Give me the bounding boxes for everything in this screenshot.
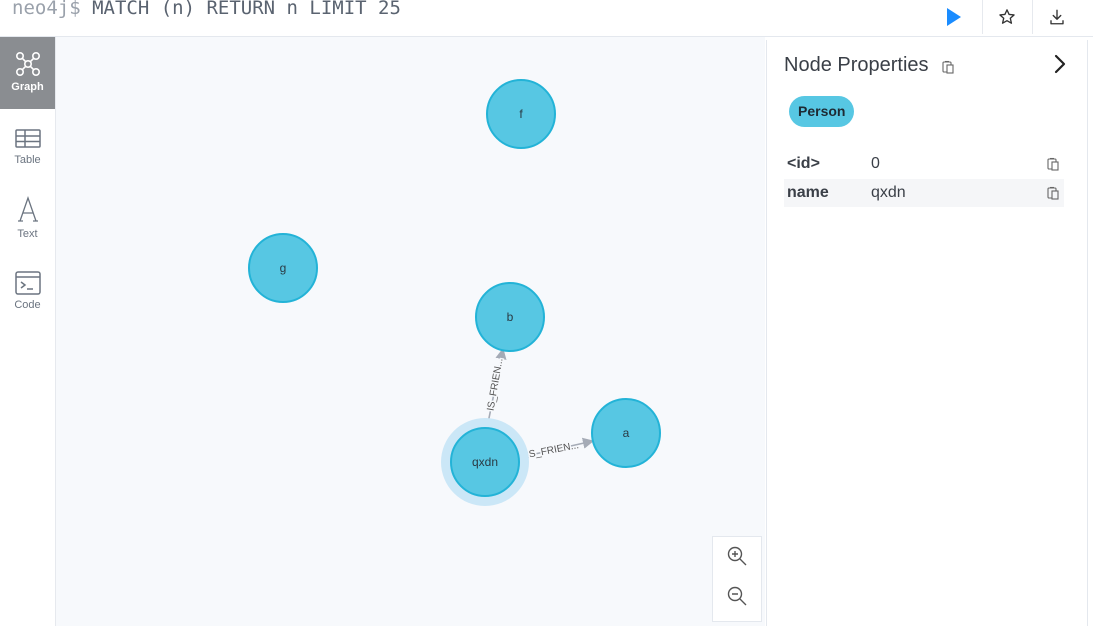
zoom-controls xyxy=(712,536,762,622)
node-label: b xyxy=(507,310,514,324)
relationship-label: IS_FRIEN... xyxy=(485,357,505,411)
download-button[interactable] xyxy=(1032,0,1081,34)
graph-node-qxdn[interactable]: qxdn xyxy=(441,418,529,506)
property-key: <id> xyxy=(787,155,820,172)
sidebar-item-code[interactable]: Code xyxy=(0,257,55,329)
star-icon xyxy=(999,9,1015,24)
node-label: a xyxy=(623,426,630,440)
editor-prompt: neo4j$ xyxy=(12,0,81,19)
relationship-qxdn-a[interactable]: IS_FRIEN... xyxy=(524,437,595,463)
relationship-label: IS_FRIEN... xyxy=(525,440,579,461)
text-icon xyxy=(17,196,38,222)
graph-icon xyxy=(15,51,40,76)
sidebar-item-label: Code xyxy=(14,299,41,311)
query-editor[interactable]: neo4j$ MATCH (n) RETURN n LIMIT 25 xyxy=(12,0,401,19)
favorite-button[interactable] xyxy=(982,0,1031,34)
sidebar-item-label: Text xyxy=(17,228,38,240)
property-row-name: name qxdn xyxy=(784,179,1064,207)
property-value: qxdn xyxy=(871,184,906,201)
download-icon xyxy=(1050,9,1064,25)
sidebar-item-text[interactable]: Text xyxy=(0,183,55,255)
sidebar-item-graph[interactable]: Graph xyxy=(0,37,55,109)
node-label-badge[interactable]: Person xyxy=(789,96,855,127)
node-properties-panel: Node Properties Person <id> 0 name qxdn xyxy=(766,40,1088,626)
sidebar-item-table[interactable]: Table xyxy=(0,111,55,183)
graph-svg[interactable]: IS_FRIEN... IS_FRIEN... f g b qxdn a xyxy=(56,37,765,626)
play-icon xyxy=(947,8,961,26)
zoom-out-icon xyxy=(727,586,747,606)
table-icon xyxy=(14,129,41,148)
node-label: qxdn xyxy=(472,455,498,469)
zoom-in-button[interactable] xyxy=(713,537,761,575)
sidebar-item-label: Graph xyxy=(11,81,44,93)
run-button[interactable] xyxy=(930,0,978,34)
graph-node-b[interactable]: b xyxy=(475,282,545,352)
sidebar-item-label: Table xyxy=(14,154,41,166)
graph-node-f[interactable]: f xyxy=(486,79,556,149)
property-row-id: <id> 0 xyxy=(784,150,1064,178)
zoom-out-button[interactable] xyxy=(713,577,761,615)
graph-node-a[interactable]: a xyxy=(591,398,661,468)
query-text[interactable]: MATCH (n) RETURN n LIMIT 25 xyxy=(81,0,401,19)
query-editor-bar: neo4j$ MATCH (n) RETURN n LIMIT 25 xyxy=(0,0,1093,37)
view-sidebar: Graph Table Text Code xyxy=(0,37,56,626)
relationship-qxdn-b[interactable]: IS_FRIEN... xyxy=(484,347,507,424)
clipboard-icon[interactable] xyxy=(1046,157,1060,171)
chevron-right-icon[interactable] xyxy=(1052,53,1068,75)
graph-node-g[interactable]: g xyxy=(248,233,318,303)
property-value: 0 xyxy=(871,155,880,172)
graph-canvas[interactable]: IS_FRIEN... IS_FRIEN... f g b qxdn a xyxy=(56,37,765,626)
node-label: g xyxy=(280,261,287,275)
zoom-in-icon xyxy=(727,546,747,566)
property-key: name xyxy=(787,184,829,201)
panel-title: Node Properties xyxy=(784,54,929,76)
code-icon xyxy=(14,271,41,295)
clipboard-icon[interactable] xyxy=(941,60,955,74)
clipboard-icon[interactable] xyxy=(1046,186,1060,200)
